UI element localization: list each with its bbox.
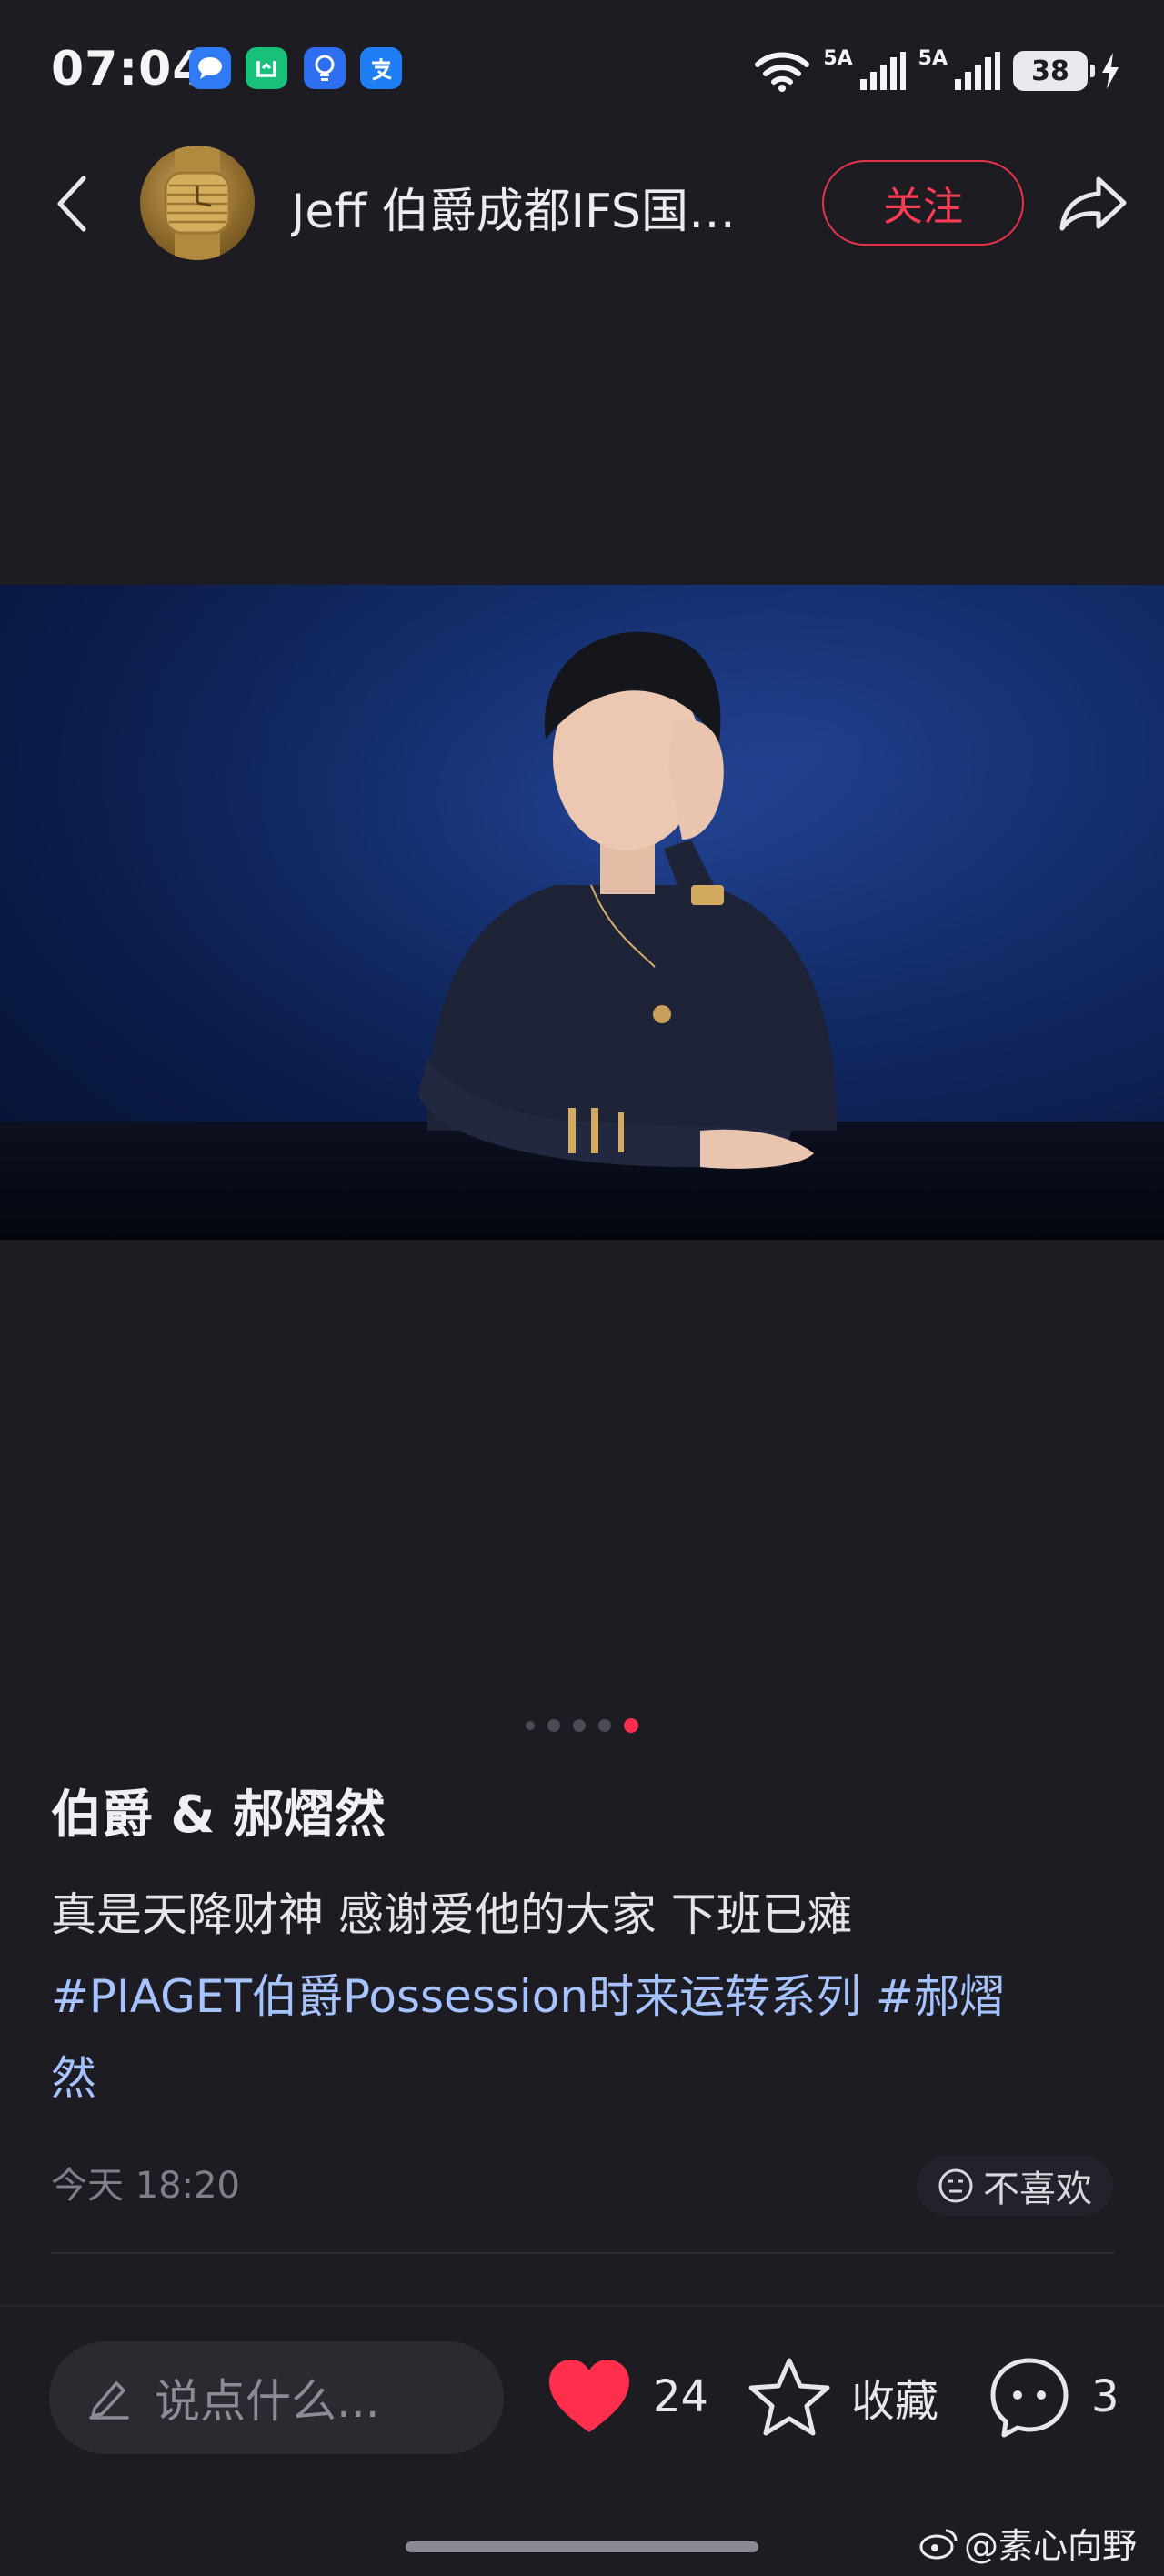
comment-placeholder: 说点什么...: [155, 2375, 380, 2428]
pager-dot[interactable]: [573, 1719, 586, 1732]
collect-button[interactable]: 收藏: [748, 2347, 938, 2447]
status-bar: 07:04 5A 5A 38: [0, 0, 1164, 146]
image-pager-dots: [0, 1718, 1164, 1733]
weibo-logo-icon: [919, 2529, 958, 2559]
heart-icon: [549, 2360, 629, 2432]
pager-dot[interactable]: [547, 1719, 560, 1732]
signal-strength-2-icon: [955, 52, 1000, 90]
battery-indicator: 38: [1013, 51, 1095, 91]
mi-home-app-icon: [246, 47, 287, 89]
like-button[interactable]: 24: [546, 2347, 708, 2447]
signal-strength-1-icon: [859, 52, 906, 90]
pager-dot[interactable]: [598, 1719, 611, 1732]
charging-bolt-icon: [1102, 53, 1119, 89]
bottom-action-bar: 说点什么... 24 收藏 3: [0, 2310, 1164, 2492]
watermark-text: @素心向野: [963, 2526, 1137, 2566]
back-button[interactable]: [44, 169, 98, 238]
pager-dot-active[interactable]: [624, 1718, 638, 1733]
system-icons: 5A 5A 38: [754, 45, 1120, 96]
post-header: Jeff 伯爵成都IFS国… 关注: [0, 146, 1164, 264]
post-image[interactable]: [0, 585, 1164, 1240]
sim2-network-label: 5A: [918, 46, 948, 70]
dislike-button[interactable]: 不喜欢: [917, 2156, 1113, 2216]
post-text: 真是天降财神 感谢爱他的大家 下班已瘫: [51, 1888, 853, 1941]
share-button[interactable]: [1055, 169, 1131, 238]
hashtag-link[interactable]: #郝熠: [876, 1970, 1005, 2023]
author-name[interactable]: Jeff 伯爵成都IFS国…: [291, 173, 782, 241]
post-date: 今天 18:20: [51, 2165, 240, 2207]
chevron-left-icon: [57, 176, 86, 232]
content-divider: [51, 2252, 1115, 2254]
weibo-watermark: @素心向野: [918, 2518, 1137, 2568]
battery-level: 38: [1031, 55, 1069, 87]
star-icon: [748, 2358, 830, 2436]
post-title: 伯爵 & 郝熠然: [51, 1786, 386, 1845]
pencil-icon: [89, 2381, 129, 2420]
gold-watch-avatar-icon: [164, 146, 231, 260]
pager-dot[interactable]: [526, 1721, 535, 1730]
sim1-network-label: 5A: [823, 46, 853, 70]
like-count: 24: [653, 2371, 709, 2422]
neutral-face-icon: [938, 2168, 973, 2203]
post-body: 真是天降财神 感谢爱他的大家 下班已瘫 #PIAGET伯爵Possession时…: [51, 1874, 1124, 2119]
share-arrow-icon: [1059, 176, 1127, 231]
hashtag-link-continued[interactable]: 然: [51, 2052, 96, 2105]
portrait-photo: [0, 585, 1164, 1240]
hashtag-link[interactable]: #PIAGET伯爵Possession时来运转系列: [51, 1970, 861, 2023]
comment-input[interactable]: 说点什么...: [49, 2341, 504, 2454]
comment-bubble-icon: [990, 2358, 1069, 2438]
home-indicator[interactable]: [406, 2541, 758, 2552]
lightbulb-app-icon: [304, 47, 346, 89]
comment-button[interactable]: 3: [988, 2347, 1119, 2447]
alipay-app-icon: [360, 47, 402, 89]
follow-button[interactable]: 关注: [822, 160, 1024, 246]
wifi-icon: [755, 52, 810, 92]
status-time: 07:04: [51, 42, 206, 96]
author-avatar[interactable]: [140, 146, 255, 260]
dislike-label: 不喜欢: [983, 2168, 1092, 2210]
bottom-bar-divider: [0, 2305, 1164, 2307]
collect-label: 收藏: [851, 2376, 939, 2427]
message-app-icon: [189, 47, 231, 89]
comment-count: 3: [1091, 2371, 1119, 2422]
